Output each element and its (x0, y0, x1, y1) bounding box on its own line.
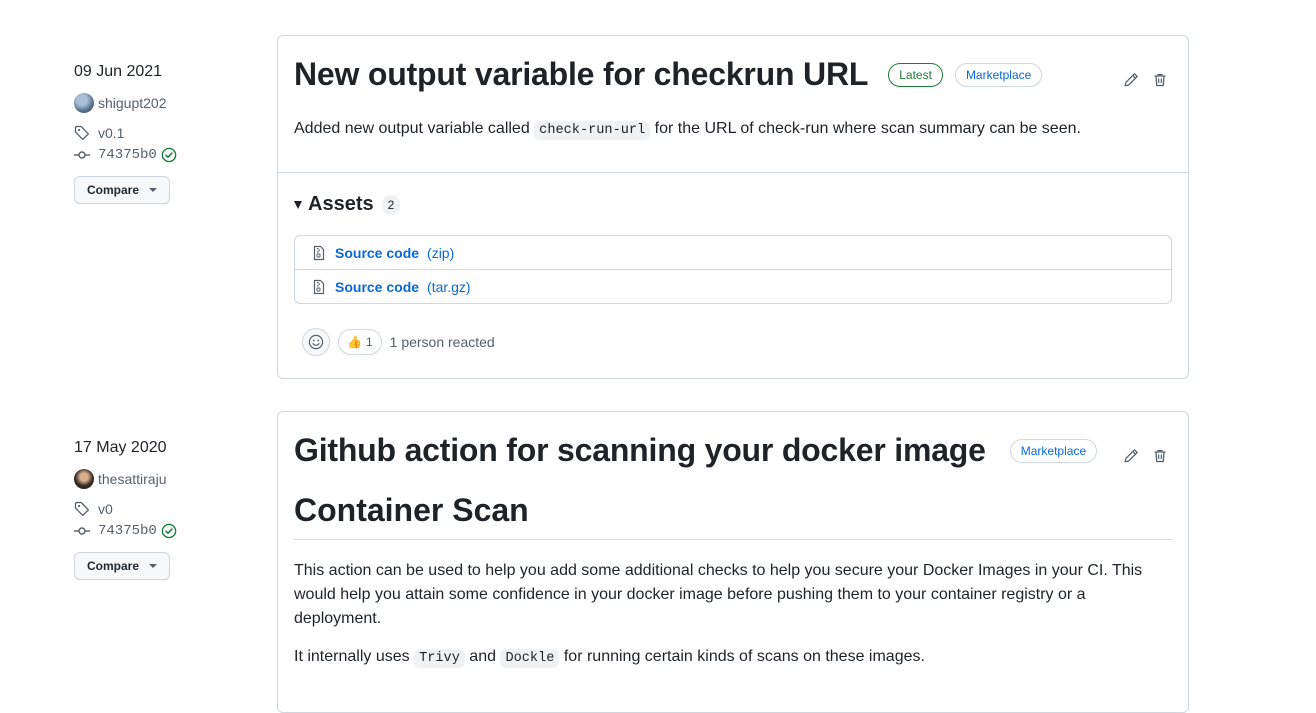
release-title-row: Github action for scanning your docker i… (294, 432, 1098, 469)
release-meta: 09 Jun 2021 shigupt202 v0.1 74375b0 Comp… (74, 60, 254, 204)
asset-ext[interactable]: (zip) (427, 245, 454, 261)
assets-toggle[interactable]: Assets 2 (294, 193, 401, 216)
compare-label: Compare (87, 183, 140, 197)
tag-icon (74, 125, 90, 141)
tag-label[interactable]: v0.1 (98, 125, 124, 141)
asset-name[interactable]: Source code (335, 279, 419, 295)
triangle-down-icon (294, 200, 302, 209)
reaction-count: 1 (365, 335, 373, 349)
trash-icon[interactable] (1152, 448, 1168, 464)
markdown-heading: Container Scan (294, 492, 1172, 540)
list-item[interactable]: Source code (tar.gz) (295, 269, 1171, 303)
release-title-row: New output variable for checkrun URL Lat… (294, 56, 1043, 93)
commit-icon (74, 147, 90, 163)
assets-list: Source code (zip) Source code (tar.gz) (294, 235, 1172, 304)
trash-icon[interactable] (1152, 72, 1168, 88)
description-text: and (464, 648, 501, 665)
release-commit[interactable]: 74375b0 (74, 144, 254, 166)
compare-label: Compare (87, 559, 140, 573)
pencil-icon[interactable] (1123, 72, 1139, 88)
release-date: 09 Jun 2021 (74, 63, 163, 80)
file-zip-icon (311, 279, 327, 295)
release-actions (1123, 448, 1168, 464)
smiley-icon[interactable] (302, 328, 330, 356)
asset-ext[interactable]: (tar.gz) (427, 279, 471, 295)
reactions-bar: 👍 1 1 person reacted (302, 328, 495, 356)
commit-icon (74, 523, 90, 539)
tag-label[interactable]: v0 (98, 501, 113, 517)
asset-name[interactable]: Source code (335, 245, 419, 261)
assets-heading[interactable]: Assets (308, 193, 374, 216)
release-meta: 17 May 2020 thesattiraju v0 74375b0 Comp… (74, 436, 254, 580)
thumbs-up-reaction[interactable]: 👍 1 (338, 329, 382, 355)
tag-icon (74, 501, 90, 517)
chevron-down-icon (149, 188, 158, 192)
release-card: Github action for scanning your docker i… (277, 411, 1189, 713)
description-text: Added new output variable called (294, 120, 535, 137)
check-circle-icon[interactable] (161, 523, 177, 539)
release-author[interactable]: shigupt202 (74, 92, 254, 114)
divider (278, 172, 1188, 173)
pencil-icon[interactable] (1123, 448, 1139, 464)
description-text: It internally uses (294, 648, 415, 665)
release-description: Added new output variable called check-r… (294, 117, 1081, 143)
file-zip-icon (311, 245, 327, 261)
check-circle-icon[interactable] (161, 147, 177, 163)
commit-sha[interactable]: 74375b0 (98, 147, 157, 163)
release-title[interactable]: Github action for scanning your docker i… (294, 432, 986, 469)
release-description: This action can be used to help you add … (294, 562, 1143, 627)
reaction-summary: 1 person reacted (389, 334, 495, 350)
compare-button[interactable]: Compare (74, 176, 171, 204)
marketplace-badge[interactable]: Marketplace (1009, 438, 1098, 463)
release-card: New output variable for checkrun URL Lat… (277, 35, 1189, 379)
release-title[interactable]: New output variable for checkrun URL (294, 56, 868, 93)
release-author[interactable]: thesattiraju (74, 468, 254, 490)
release-date: 17 May 2020 (74, 439, 167, 456)
thumbs-up-icon: 👍 (347, 335, 362, 349)
inline-code: check-run-url (534, 121, 651, 140)
list-item[interactable]: Source code (zip) (295, 236, 1171, 269)
assets-count: 2 (381, 194, 401, 215)
author-name[interactable]: thesattiraju (98, 471, 166, 487)
avatar[interactable] (74, 93, 94, 113)
marketplace-badge[interactable]: Marketplace (954, 62, 1043, 87)
compare-button[interactable]: Compare (74, 552, 171, 580)
author-name[interactable]: shigupt202 (98, 95, 167, 111)
description-text: for the URL of check-run where scan summ… (650, 120, 1081, 137)
release-tag[interactable]: v0.1 (74, 122, 254, 144)
release-tag[interactable]: v0 (74, 498, 254, 520)
release-description-line: It internally uses Trivy and Dockle for … (294, 645, 925, 671)
avatar[interactable] (74, 469, 94, 489)
chevron-down-icon (149, 564, 158, 568)
release-actions (1123, 72, 1168, 88)
latest-badge: Latest (888, 62, 943, 87)
commit-sha[interactable]: 74375b0 (98, 523, 157, 539)
description-text: for running certain kinds of scans on th… (559, 648, 925, 665)
release-commit[interactable]: 74375b0 (74, 520, 254, 542)
